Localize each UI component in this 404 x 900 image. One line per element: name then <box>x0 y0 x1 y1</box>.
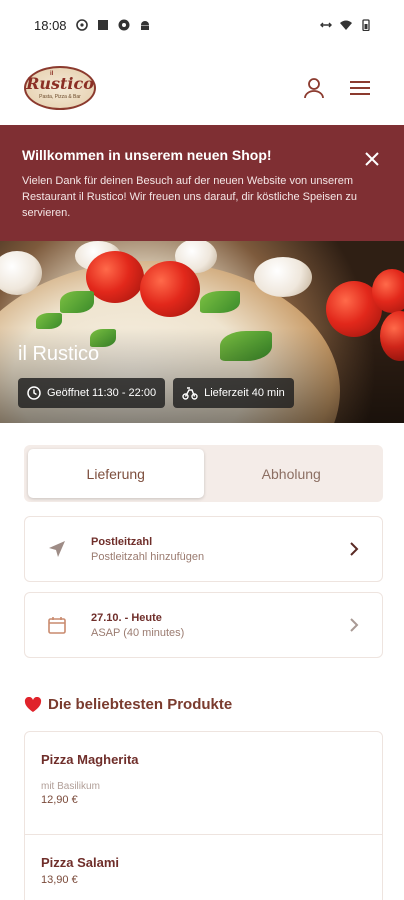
product-price: 12,90 € <box>41 794 78 806</box>
tomato-decor <box>140 261 200 317</box>
battery-icon <box>362 19 370 31</box>
product-list: Pizza Magherita mit Basilikum 12,90 € Pi… <box>24 731 383 900</box>
delivery-time-badge: Lieferzeit 40 min <box>173 378 294 408</box>
banner-close-button[interactable] <box>362 149 382 169</box>
tab-pickup[interactable]: Abholung <box>204 449 380 498</box>
product-name: Pizza Salami <box>41 855 120 870</box>
basil-decor <box>36 313 62 329</box>
welcome-banner: Willkommen in unserem neuen Shop! Vielen… <box>0 125 404 241</box>
hero-badges: Geöffnet 11:30 - 22:00 Lieferzeit 40 min <box>18 378 294 408</box>
tab-delivery[interactable]: Lieferung <box>28 449 204 498</box>
tomato-decor <box>86 251 144 303</box>
android-icon <box>140 21 149 30</box>
clock-icon <box>27 386 41 400</box>
restaurant-name: il Rustico <box>18 343 100 365</box>
product-price: 13,90 € <box>41 874 78 886</box>
square-notification-icon <box>97 20 108 30</box>
hamburger-icon <box>350 80 370 95</box>
link-icon <box>320 22 332 28</box>
wifi-icon <box>340 20 352 30</box>
sync-icon <box>75 19 88 31</box>
popular-title-text: Die beliebtesten Produkte <box>48 696 233 713</box>
location-arrow-icon <box>45 537 69 561</box>
hero-image: il Rustico Geöffnet 11:30 - 22:00 Liefer… <box>0 241 404 423</box>
menu-button[interactable] <box>348 76 372 100</box>
basil-decor <box>60 291 94 313</box>
logo-text: Rustico <box>26 73 94 93</box>
close-icon <box>365 152 379 166</box>
scooter-icon <box>182 387 198 400</box>
postcode-selector[interactable]: Postleitzahl Postleitzahl hinzufügen <box>24 516 383 582</box>
postcode-title: Postleitzahl <box>91 535 153 548</box>
heart-icon <box>24 696 42 712</box>
banner-text: Vielen Dank für deinen Besuch auf der ne… <box>22 175 358 219</box>
status-time: 18:08 <box>34 17 67 33</box>
schedule-date: 27.10. - Heute <box>91 611 162 624</box>
popular-section-title: Die beliebtesten Produkte <box>24 696 404 713</box>
user-icon <box>304 77 324 98</box>
product-card[interactable]: Pizza Salami 13,90 € <box>25 834 382 900</box>
schedule-time: ASAP (40 minutes) <box>91 626 185 639</box>
product-description: mit Basilikum <box>41 781 100 792</box>
app-header: il Rustico Pasta, Pizza & Bar <box>0 50 404 125</box>
product-card[interactable]: Pizza Magherita mit Basilikum 12,90 € <box>25 732 382 834</box>
restaurant-logo[interactable]: il Rustico Pasta, Pizza & Bar <box>24 65 96 110</box>
order-mode-toggle: Lieferung Abholung <box>24 445 383 502</box>
tomato-decor <box>372 269 404 313</box>
logo-tagline: Pasta, Pizza & Bar <box>39 93 81 100</box>
schedule-selector[interactable]: 27.10. - Heute ASAP (40 minutes) <box>24 592 383 658</box>
mushroom-decor <box>254 257 312 297</box>
chevron-right-icon <box>346 617 362 633</box>
delivery-time-text: Lieferzeit 40 min <box>204 387 285 399</box>
basil-decor <box>200 291 240 313</box>
settings-icon <box>118 19 130 31</box>
postcode-subtitle: Postleitzahl hinzufügen <box>91 550 205 563</box>
logo-prefix: il <box>50 70 54 77</box>
banner-title: Willkommen in unserem neuen Shop! <box>22 147 272 163</box>
status-bar: 18:08 <box>0 0 404 50</box>
account-button[interactable] <box>302 76 326 100</box>
product-name: Pizza Magherita <box>41 752 139 767</box>
opening-hours-text: Geöffnet 11:30 - 22:00 <box>47 387 157 399</box>
chevron-right-icon <box>346 541 362 557</box>
opening-hours-badge: Geöffnet 11:30 - 22:00 <box>18 378 166 408</box>
calendar-icon <box>45 613 69 637</box>
